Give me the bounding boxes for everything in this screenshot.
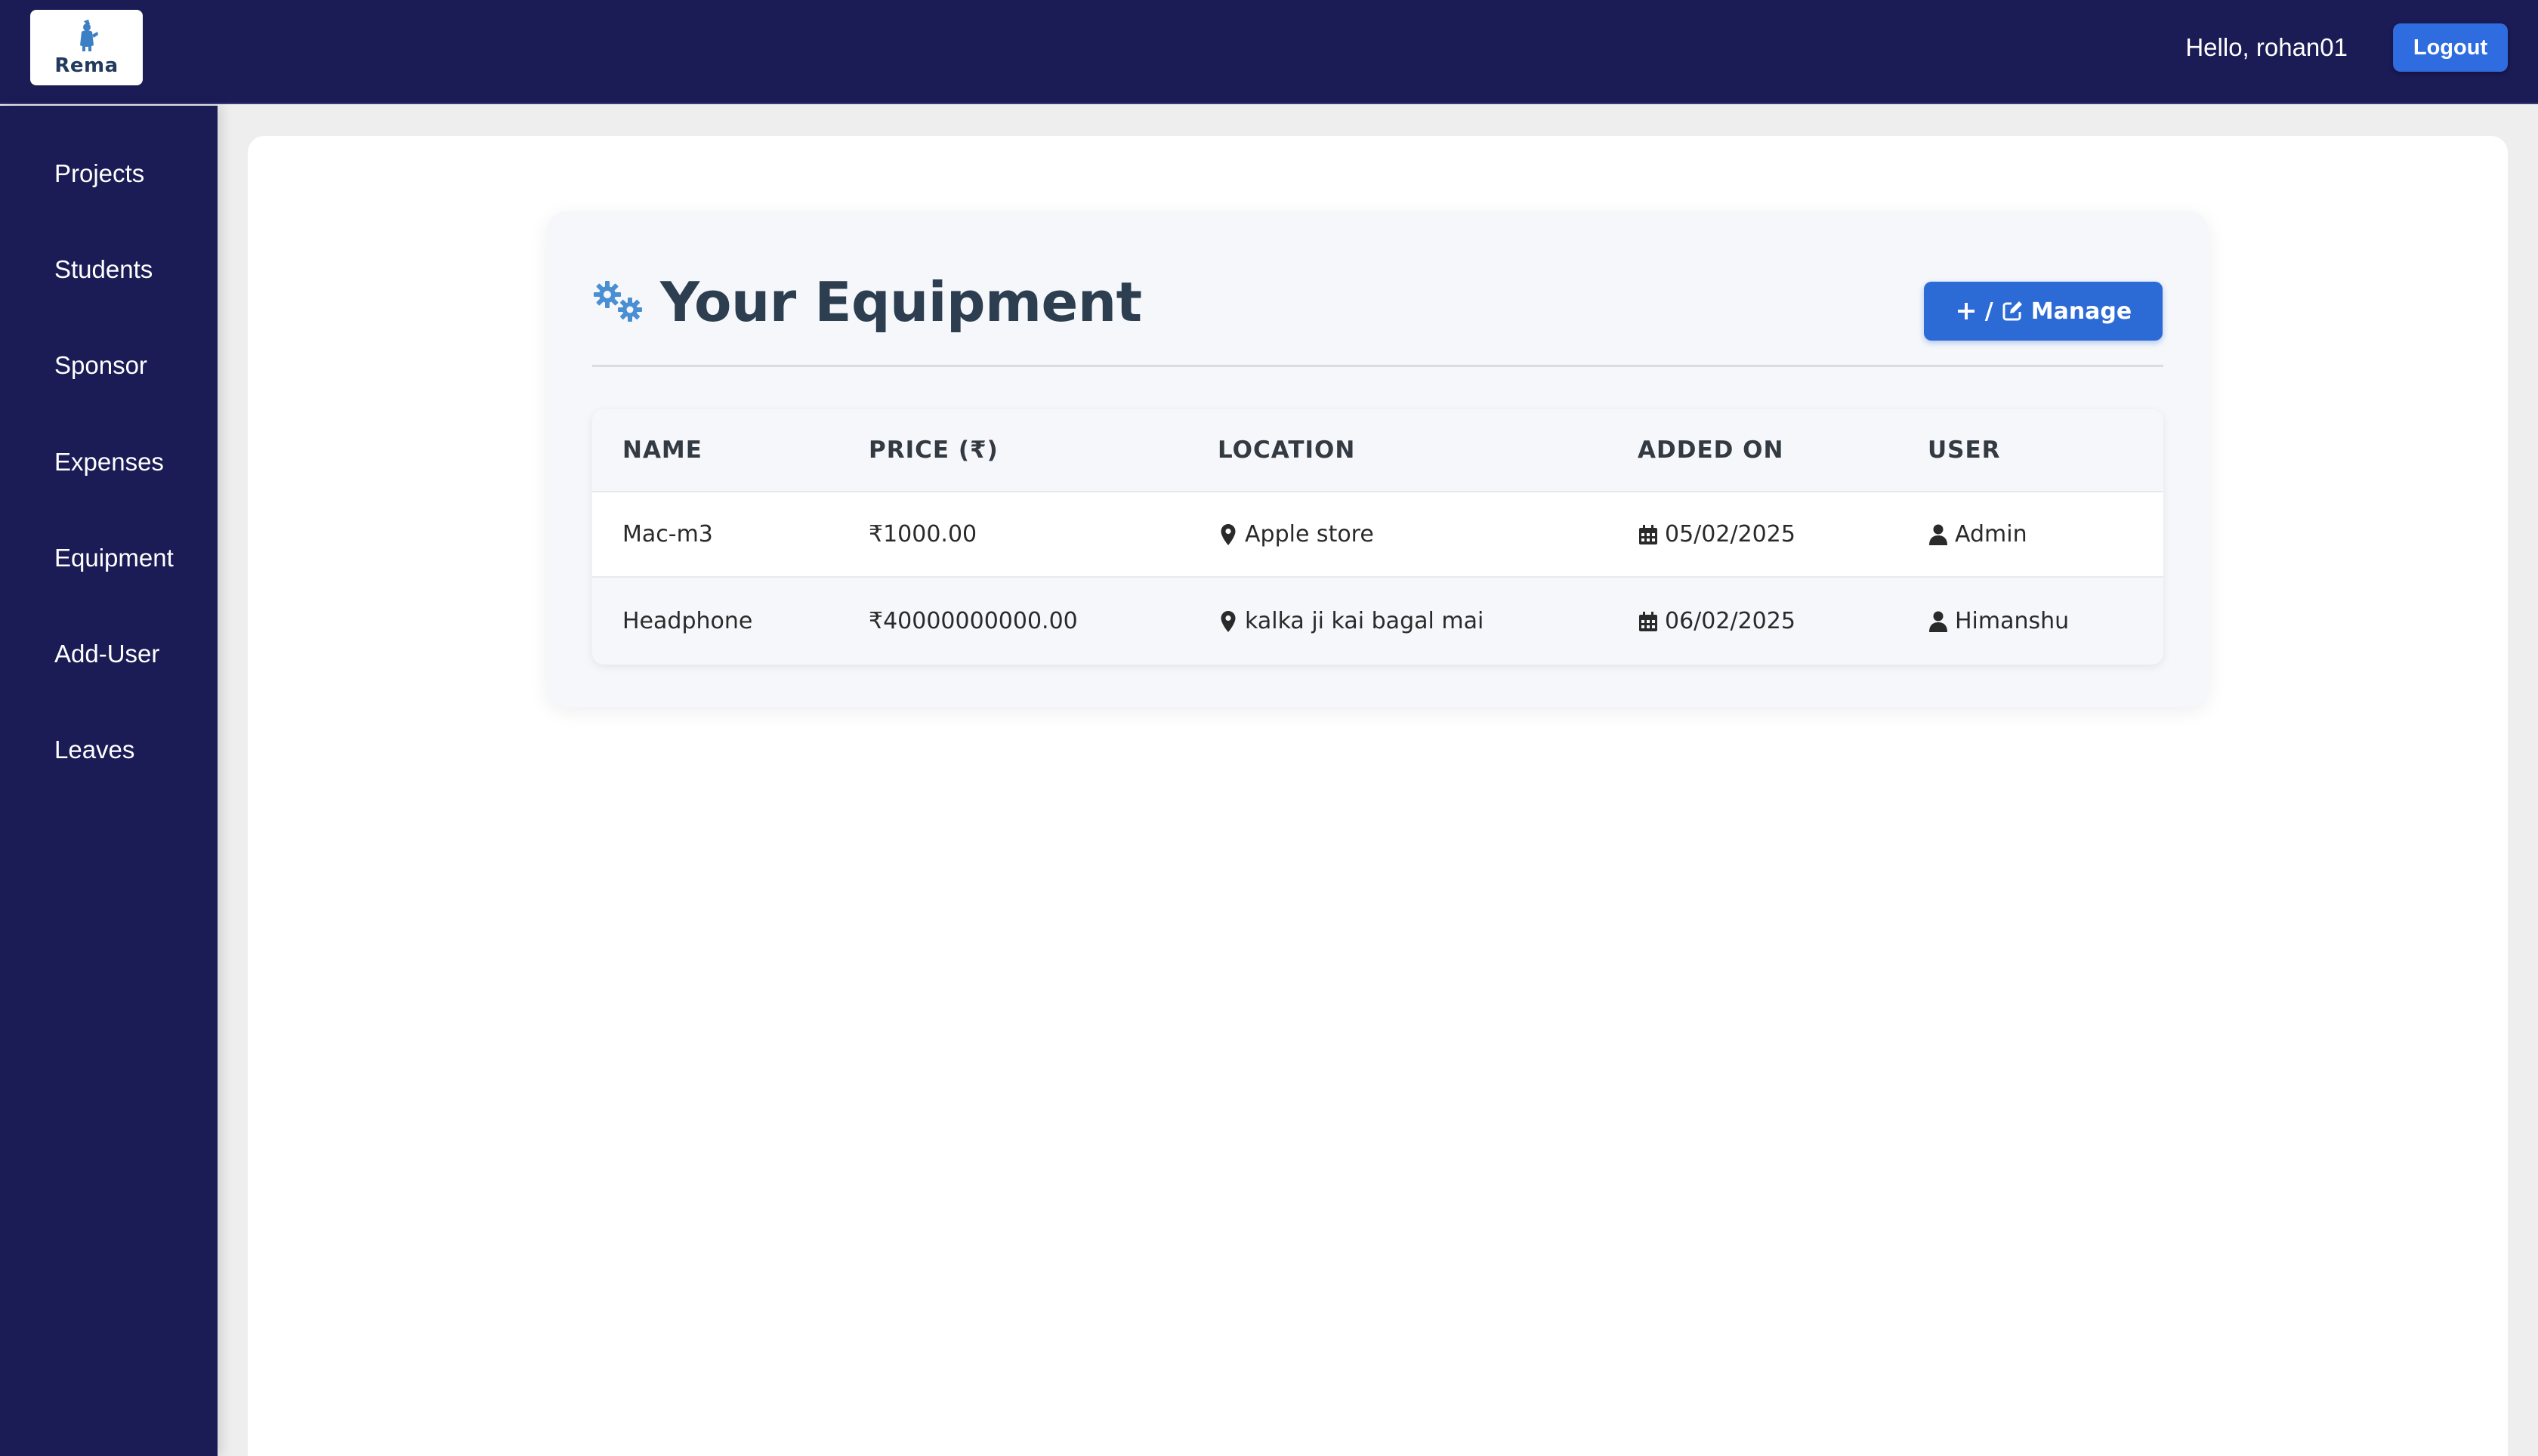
- cell-name: Headphone: [622, 608, 753, 634]
- manage-equipment-button[interactable]: / Manage: [1924, 282, 2163, 341]
- user-greeting: Hello, rohan01: [2185, 33, 2348, 61]
- sidebar-item-leaves[interactable]: Leaves: [54, 735, 134, 765]
- title-row: Your Equipment: [592, 264, 1142, 340]
- logo-text: Rema: [54, 54, 119, 77]
- sidebar-item-projects[interactable]: Projects: [54, 159, 144, 189]
- cell-added-on: 05/02/2025: [1638, 492, 1795, 576]
- gears-icon: [594, 281, 642, 322]
- cell-added-on: 06/02/2025: [1638, 578, 1795, 665]
- cell-location: Apple store: [1218, 492, 1374, 576]
- logo-mascot-icon: [79, 20, 98, 51]
- sidebar-item-sponsor[interactable]: Sponsor: [54, 350, 147, 381]
- user-text: Admin: [1955, 521, 2027, 548]
- logout-button[interactable]: Logout: [2393, 23, 2508, 72]
- equipment-card: Your Equipment / Manage NAME PRICE (₹) L…: [547, 211, 2209, 707]
- manage-label: Manage: [2030, 298, 2132, 325]
- manage-separator: /: [1984, 298, 1993, 325]
- calendar-icon: [1639, 524, 1657, 544]
- table-row[interactable]: Mac-m3 ₹1000.00 Apple store 05/02/2025 A…: [592, 492, 2163, 578]
- map-marker-icon: [1221, 610, 1236, 632]
- cell-location: kalka ji kai bagal mai: [1218, 578, 1484, 665]
- calendar-icon: [1639, 611, 1657, 631]
- sidebar-item-students[interactable]: Students: [54, 254, 153, 285]
- app-logo[interactable]: Rema: [30, 10, 143, 85]
- date-text: 06/02/2025: [1665, 608, 1795, 634]
- sidebar-item-equipment[interactable]: Equipment: [54, 543, 174, 573]
- map-marker-icon: [1221, 523, 1236, 545]
- cell-user: Admin: [1928, 492, 2027, 576]
- column-header-added-on: ADDED ON: [1638, 436, 1784, 464]
- sidebar-item-expenses[interactable]: Expenses: [54, 447, 164, 477]
- table-row[interactable]: Headphone ₹40000000000.00 kalka ji kai b…: [592, 578, 2163, 665]
- table-header-row: NAME PRICE (₹) LOCATION ADDED ON USER: [592, 409, 2163, 492]
- column-header-location: LOCATION: [1218, 436, 1356, 464]
- page-title: Your Equipment: [660, 270, 1142, 334]
- plus-icon: [1957, 303, 1975, 319]
- title-divider: [592, 365, 2163, 367]
- cell-name: Mac-m3: [622, 521, 713, 548]
- cell-price: ₹1000.00: [869, 521, 977, 548]
- user-text: Himanshu: [1955, 608, 2070, 634]
- date-text: 05/02/2025: [1665, 521, 1795, 548]
- location-text: Apple store: [1245, 521, 1374, 548]
- location-text: kalka ji kai bagal mai: [1245, 608, 1484, 634]
- edit-icon: [2002, 301, 2022, 321]
- user-icon: [1929, 611, 1947, 632]
- sidebar-item-add-user[interactable]: Add-User: [54, 639, 159, 669]
- main-content: Your Equipment / Manage NAME PRICE (₹) L…: [248, 136, 2508, 1456]
- column-header-user: USER: [1928, 436, 2001, 464]
- column-header-name: NAME: [622, 436, 702, 464]
- cell-user: Himanshu: [1928, 578, 2069, 665]
- cell-price: ₹40000000000.00: [869, 608, 1078, 634]
- column-header-price: PRICE (₹): [869, 436, 999, 464]
- top-navbar: Rema Hello, rohan01 Logout: [0, 0, 2538, 104]
- sidebar: Projects Students Sponsor Expenses Equip…: [0, 106, 218, 1456]
- equipment-table: NAME PRICE (₹) LOCATION ADDED ON USER Ma…: [592, 409, 2163, 665]
- user-icon: [1929, 524, 1947, 545]
